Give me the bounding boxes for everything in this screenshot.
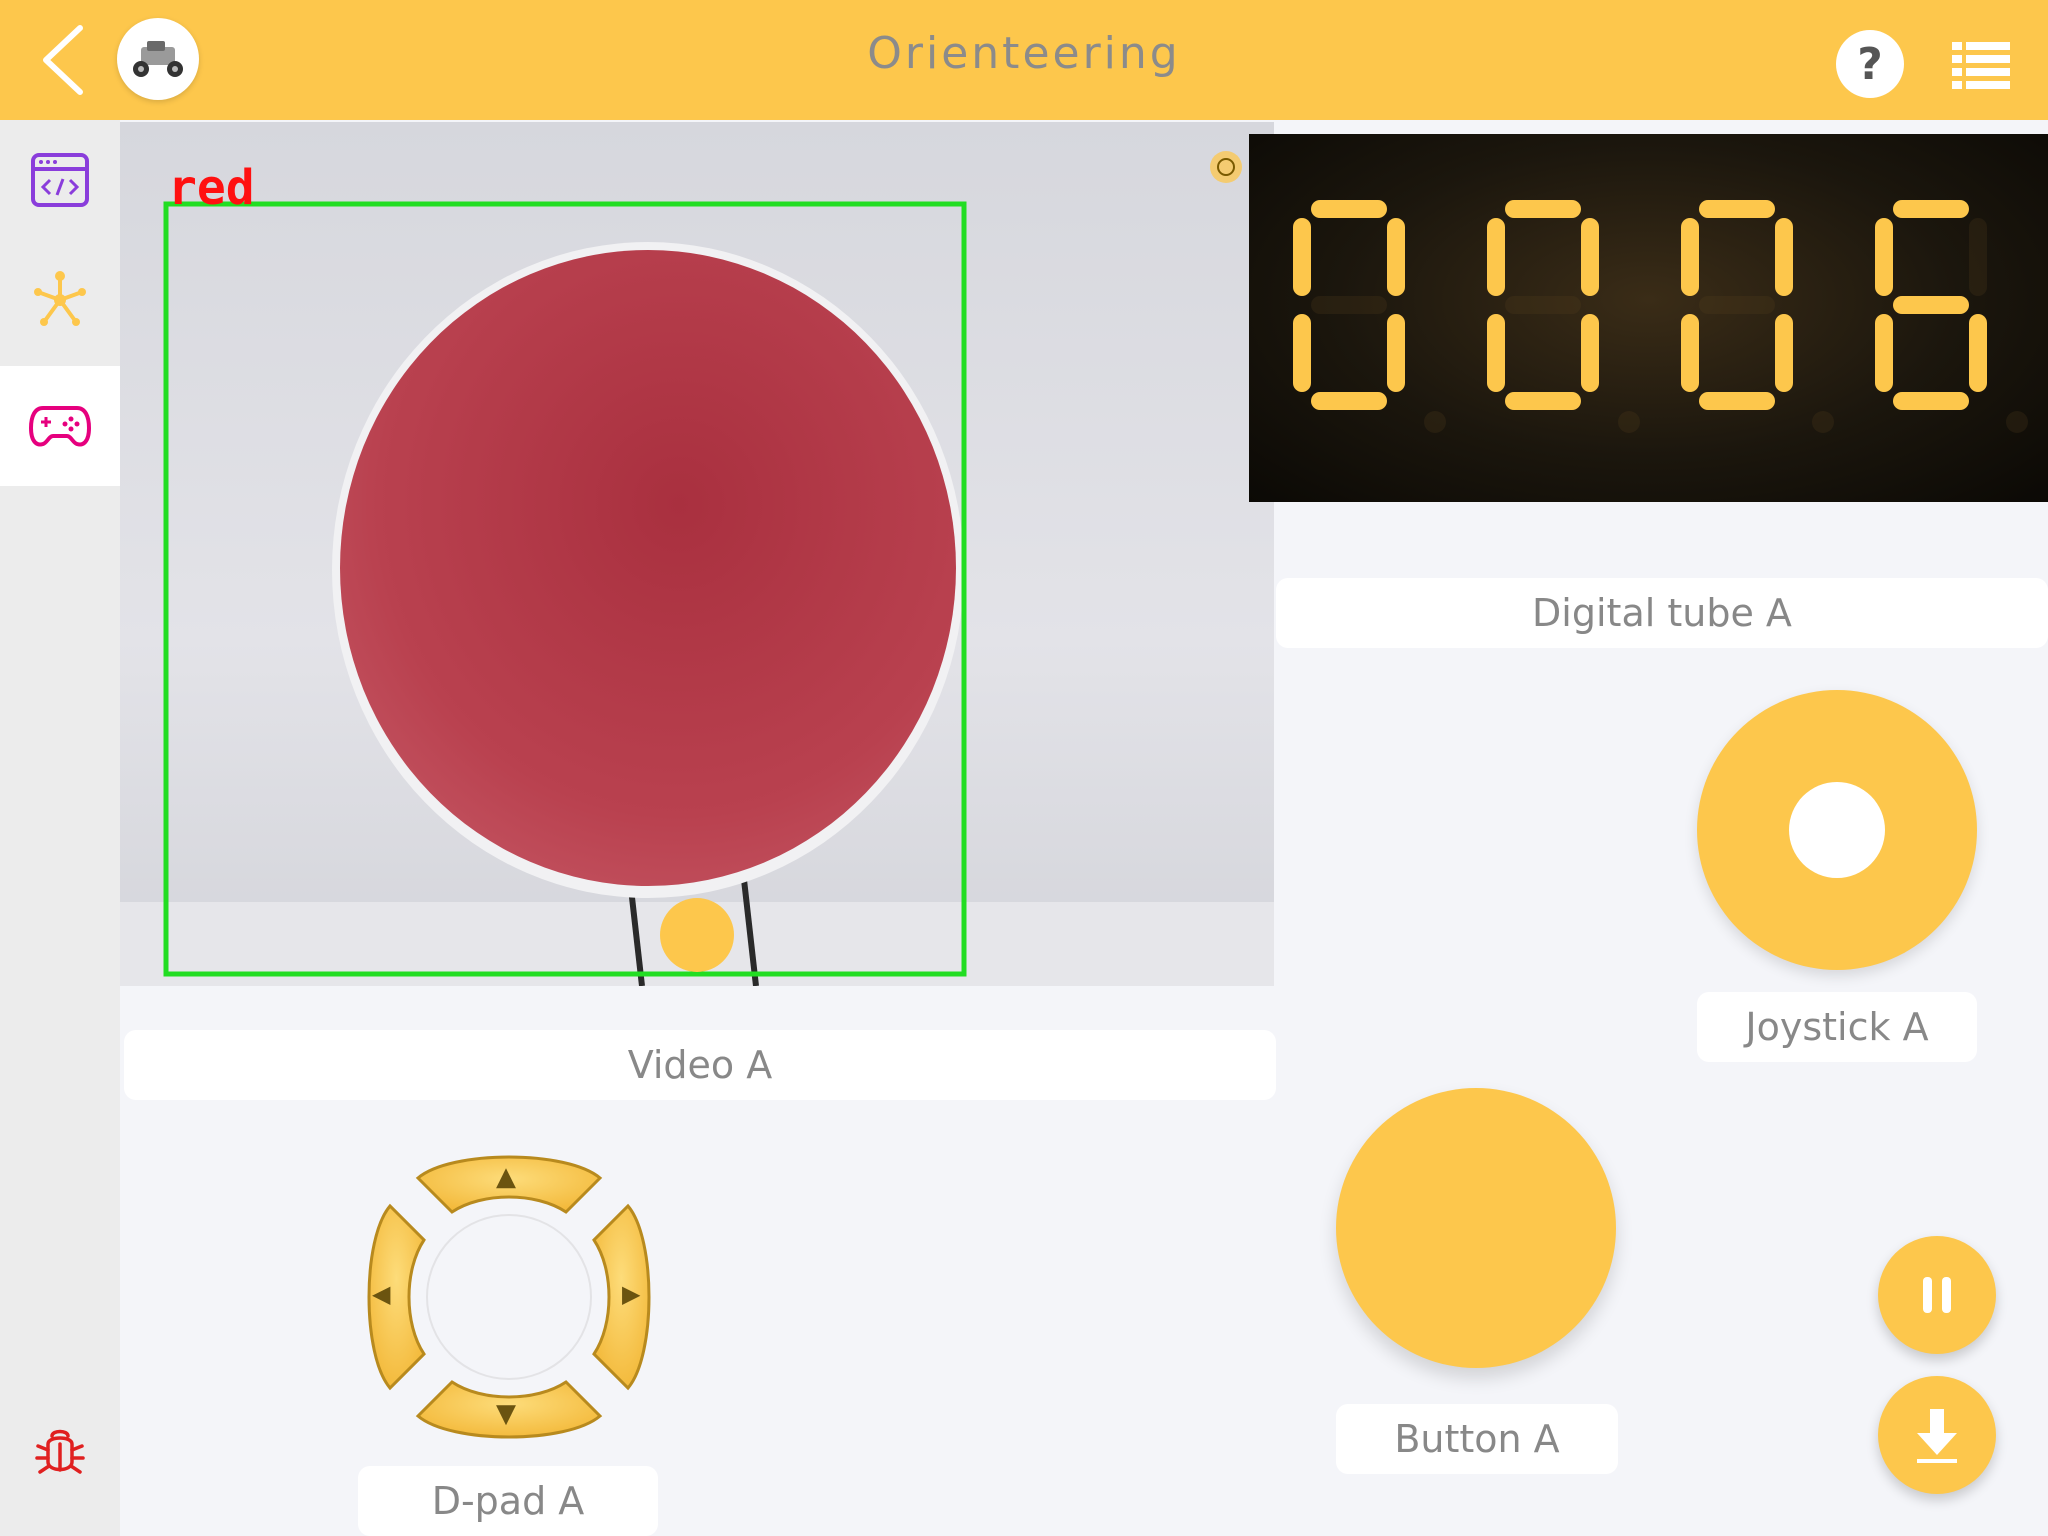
bug-icon [35,1429,85,1474]
decimal-point [1424,411,1446,433]
page-title: Orienteering [867,28,1181,79]
seven-segment-digits [1293,200,2028,433]
left-arrow-icon: ◀ [372,1280,391,1308]
segment-a [1505,200,1581,218]
decimal-point [1618,411,1640,433]
segment-b [1387,218,1405,296]
download-icon [1917,1409,1957,1463]
dpad[interactable]: ▲ ▼ ◀ ▶ [356,1144,662,1450]
pause-icon [1923,1277,1951,1313]
segment-e [1487,314,1505,392]
button-label: Button A [1336,1404,1618,1474]
decimal-point [1812,411,1834,433]
segment-d [1311,392,1387,410]
sidebar-item-gamepad[interactable] [0,366,120,486]
digital-tube-label: Digital tube A [1276,578,2048,648]
down-arrow-icon: ▼ [496,1399,516,1429]
segment-d [1893,392,1969,410]
segment-f [1293,218,1311,296]
pause-button[interactable] [1878,1236,1996,1354]
segment-f [1681,218,1699,296]
segment-c [1775,314,1793,392]
segment-e [1681,314,1699,392]
segment-a [1311,200,1387,218]
up-arrow-icon: ▲ [496,1162,516,1192]
segment-g [1893,296,1969,314]
right-arrow-icon: ▶ [622,1280,641,1308]
segment-g [1505,296,1581,314]
button-a[interactable] [1336,1088,1616,1368]
camera-image [120,122,1274,986]
segment-b [1969,218,1987,296]
segment-c [1581,314,1599,392]
code-window-icon [31,153,89,207]
segment-b [1775,218,1793,296]
sidebar [0,120,120,1536]
segment-d [1505,392,1581,410]
download-button[interactable] [1878,1376,1996,1494]
help-button[interactable]: ? [1836,30,1904,98]
segment-g [1311,296,1387,314]
list-menu-icon [1952,42,2010,89]
dpad-label: D-pad A [358,1466,658,1536]
segment-b [1581,218,1599,296]
network-node-icon [34,271,86,326]
menu-button[interactable] [1952,40,2010,90]
segment-e [1875,314,1893,392]
video-label: Video A [124,1030,1276,1100]
segment-c [1969,314,1987,392]
detection-label: red [168,160,255,216]
segment-d [1699,392,1775,410]
sidebar-item-debug[interactable] [0,1392,120,1512]
decimal-point [2006,411,2028,433]
joystick-knob[interactable] [1789,782,1885,878]
segment-e [1293,314,1311,392]
joystick-label: Joystick A [1697,992,1977,1062]
segment-c [1387,314,1405,392]
digital-tube-display [1249,134,2048,502]
video-feed[interactable]: red [120,122,1274,986]
segment-f [1875,218,1893,296]
segment-a [1699,200,1775,218]
sidebar-item-network[interactable] [0,240,120,360]
sidebar-item-code[interactable] [0,120,120,240]
video-drag-handle[interactable] [660,898,734,972]
top-bar: Orienteering ? [0,0,2048,120]
segment-f [1487,218,1505,296]
joystick[interactable] [1697,690,1977,970]
segment-g [1699,296,1775,314]
segment-a [1893,200,1969,218]
gamepad-icon [29,406,91,447]
